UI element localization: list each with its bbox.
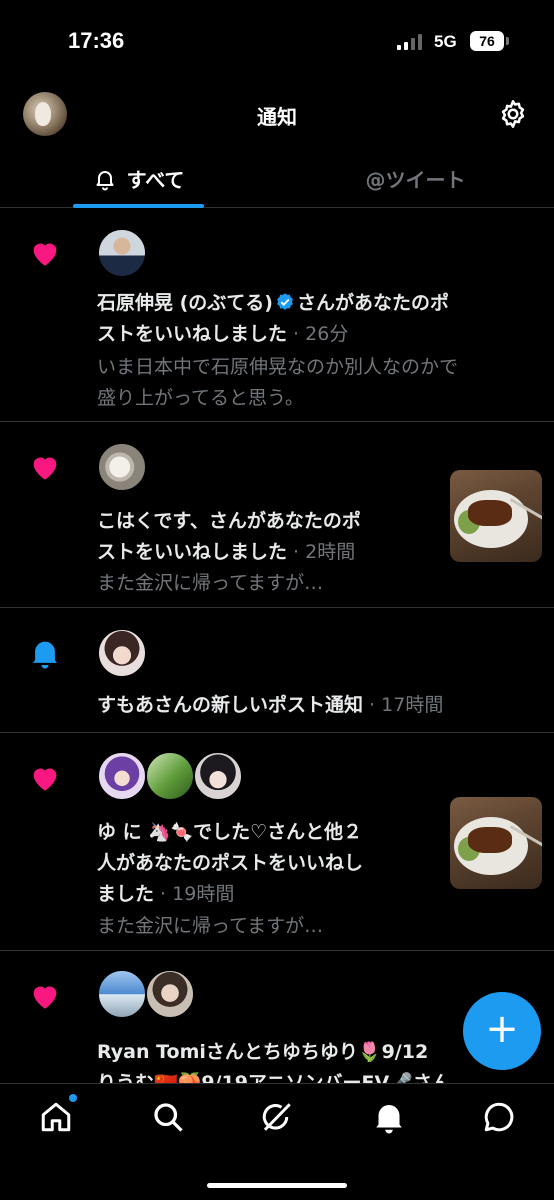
heart-icon: [33, 768, 57, 791]
preview-line: また金沢に帰ってますが…: [97, 572, 324, 594]
unread-dot: [69, 1094, 77, 1102]
notification-text: ゆ に 🦄🍬でした♡さんと他２ 人があなたのポストをいいねし ました · 19時…: [97, 817, 363, 910]
notification-text-part: でした♡さんと他２: [193, 821, 363, 843]
user-name[interactable]: 石原伸晃 (のぶてる): [97, 292, 273, 314]
status-bar: 17:36 5G 76: [0, 0, 554, 80]
notification-item[interactable]: 石原伸晃 (のぶてる) さんがあなたのポ ストをいいねしました · 26分 いま日…: [0, 208, 554, 422]
bell-icon: [96, 170, 114, 190]
notification-time: 26分: [305, 323, 349, 345]
avatar[interactable]: [97, 751, 147, 801]
notification-text: Ryan Tomiさんとちゆちゆり🌷9/12 りうむ🇨🇳🍑9/19アニソンバーE…: [97, 1037, 451, 1083]
verified-badge-icon: [277, 293, 293, 310]
network-label: 5G: [434, 32, 457, 51]
battery-tip: [506, 37, 509, 45]
preview-line: 盛り上がってると思う。: [97, 387, 304, 409]
tab-mentions[interactable]: @ツイート: [277, 150, 554, 207]
notification-item[interactable]: すもあさんの新しいポスト通知 · 17時間: [0, 608, 554, 733]
avatar[interactable]: [193, 751, 243, 801]
battery-icon: 76: [470, 31, 504, 51]
notification-text-part: ました: [97, 883, 155, 905]
page-title: 通知: [257, 105, 297, 129]
tab-all-label: すべて: [126, 168, 185, 192]
post-thumbnail[interactable]: [450, 470, 542, 562]
avatar-group: [97, 969, 195, 1019]
notification-text-part: さんがあなたのポ: [296, 292, 449, 314]
avatar-group: [97, 751, 243, 801]
grok-icon[interactable]: [259, 1099, 295, 1135]
notification-text-part: ストをいいねしました: [97, 323, 288, 345]
notification-time: 17時間: [381, 694, 444, 716]
tab-all[interactable]: すべて: [0, 150, 277, 207]
notification-time: 2時間: [305, 541, 356, 563]
notification-text-part: ゆ に: [97, 821, 149, 843]
avatar[interactable]: [97, 228, 147, 278]
preview-line: いま日本中で石原伸晃なのか別人なのかで: [97, 356, 459, 378]
notification-text-part: ストをいいねしました: [97, 541, 288, 563]
candy-icon: 🍬: [170, 822, 194, 843]
notification-time: 19時間: [172, 883, 235, 905]
plus-icon: +: [485, 1006, 519, 1052]
avatar[interactable]: [97, 628, 147, 678]
avatar[interactable]: [97, 969, 147, 1019]
notification-text-part: りうむ🇨🇳🍑9/19アニソンバーEV🎤さん: [97, 1072, 451, 1083]
avatar[interactable]: [145, 751, 195, 801]
heart-icon: [33, 986, 57, 1009]
preview-line: また金沢に帰ってますが…: [97, 915, 324, 937]
notification-preview: また金沢に帰ってますが…: [97, 911, 323, 942]
tab-mentions-label: @ツイート: [365, 168, 466, 192]
compose-button[interactable]: +: [463, 992, 541, 1070]
heart-icon: [33, 457, 57, 480]
notification-text-part: こはくです、さんがあなたのポ: [97, 510, 361, 532]
gear-icon[interactable]: [497, 98, 529, 130]
home-indicator: [207, 1183, 347, 1188]
notification-text-part: Ryan Tomiさんとちゆちゆり🌷9/12: [97, 1041, 429, 1063]
bell-icon: [32, 641, 58, 669]
messages-icon[interactable]: [481, 1099, 517, 1135]
home-icon[interactable]: [38, 1099, 74, 1135]
notification-item[interactable]: ゆ に 🦄🍬でした♡さんと他２ 人があなたのポストをいいねし ました · 19時…: [0, 733, 554, 951]
post-thumbnail[interactable]: [450, 797, 542, 889]
status-time: 17:36: [68, 28, 125, 53]
notification-text: こはくです、さんがあなたのポ ストをいいねしました · 2時間: [97, 510, 361, 563]
notification-item[interactable]: こはくです、さんがあなたのポ ストをいいねしました · 2時間 また金沢に帰って…: [0, 422, 554, 608]
notification-text-part: すもあさんの新しいポスト通知: [97, 694, 364, 716]
notification-preview: いま日本中で石原伸晃なのか別人なのかで 盛り上がってると思う。: [97, 352, 458, 414]
notification-tabs: すべて @ツイート: [0, 150, 554, 208]
signal-icon: [397, 34, 425, 50]
avatar-group: [97, 228, 147, 278]
notification-text: すもあさんの新しいポスト通知 · 17時間: [97, 694, 444, 716]
notifications-icon[interactable]: [371, 1099, 407, 1135]
notification-text: 石原伸晃 (のぶてる) さんがあなたのポ ストをいいねしました · 26分: [97, 292, 449, 345]
notification-preview: また金沢に帰ってますが…: [97, 568, 323, 599]
avatar-group: [97, 628, 147, 678]
avatar[interactable]: [97, 442, 147, 492]
unicorn-icon: 🦄: [148, 822, 171, 843]
avatar[interactable]: [145, 969, 195, 1019]
search-icon[interactable]: [150, 1099, 186, 1135]
avatar-group: [97, 442, 147, 492]
notification-text-part: 人があなたのポストをいいねし: [97, 852, 364, 874]
heart-icon: [33, 243, 57, 266]
